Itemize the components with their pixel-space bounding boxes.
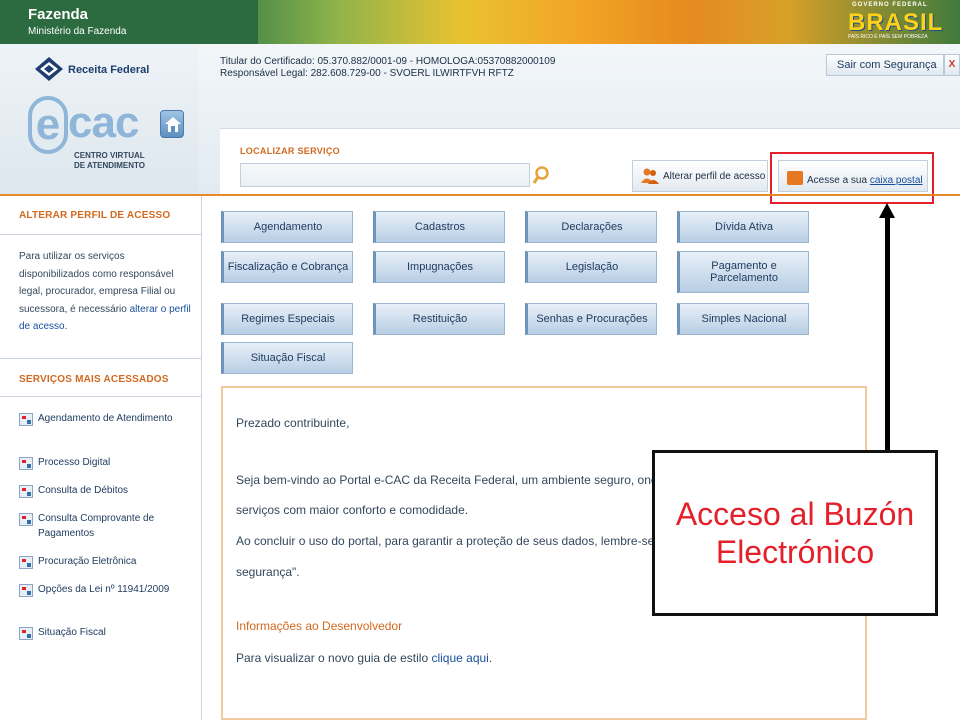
service-icon	[19, 627, 33, 640]
gov-small-text: GOVERNO FEDERAL	[852, 2, 928, 8]
search-input[interactable]	[240, 163, 530, 187]
logout-button[interactable]: Sair com Segurança	[826, 54, 944, 76]
services-heading: SERVIÇOS MAIS ACESSADOS	[19, 374, 169, 385]
change-profile-button[interactable]: Alterar perfil de acesso	[632, 160, 768, 192]
profile-heading: ALTERAR PERFIL DE ACESSO	[19, 210, 171, 221]
certificate-info: Titular do Certificado: 05.370.882/0001-…	[220, 56, 555, 80]
ecac-cac-letters: cac	[68, 98, 139, 147]
service-button-declaracoes[interactable]: Declarações	[525, 211, 657, 243]
search-label: LOCALIZAR SERVIÇO	[240, 146, 340, 156]
service-button-situacao-fiscal[interactable]: Situação Fiscal	[221, 342, 353, 374]
legal-responsible: Responsável Legal: 282.608.729-00 - SVOE…	[220, 68, 514, 79]
receita-federal-mark-icon	[35, 57, 63, 81]
service-icon	[19, 485, 33, 498]
security-text-line: Ao concluir o uso do portal, para garant…	[236, 534, 655, 548]
welcome-text-line: Seja bem-vindo ao Portal e-CAC da Receit…	[236, 473, 658, 487]
developer-info-end: .	[488, 651, 493, 665]
service-button-simples[interactable]: Simples Nacional	[677, 303, 809, 335]
users-icon	[641, 168, 659, 184]
welcome-text-line: serviços com maior conforto e comodidade…	[236, 503, 469, 517]
page: Fazenda Ministério da Fazenda GOVERNO FE…	[0, 0, 960, 720]
sidebar-service-label: Consulta Comprovante de Pagamentos	[38, 513, 155, 539]
sidebar-service-label: Situação Fiscal	[38, 627, 106, 638]
service-icon	[19, 457, 33, 470]
security-text-line: segurança".	[236, 565, 300, 579]
service-button-divida-ativa[interactable]: Dívida Ativa	[677, 211, 809, 243]
sidebar-divider	[0, 234, 202, 235]
ministry-name: Ministério da Fazenda	[28, 26, 127, 37]
sidebar-service-label: Processo Digital	[38, 457, 111, 468]
top-banner: Fazenda Ministério da Fazenda GOVERNO FE…	[0, 0, 960, 44]
sidebar-divider	[0, 396, 202, 397]
developer-info-body: Para visualizar o novo guia de estilo	[236, 651, 432, 665]
profile-help-text: Para utilizar os serviços disponibilizad…	[19, 248, 193, 336]
profile-help-end: .	[64, 321, 68, 332]
sidebar-divider	[0, 358, 202, 359]
service-button-restituicao[interactable]: Restituição	[373, 303, 505, 335]
annotation-arrow-head-icon	[879, 203, 895, 218]
style-guide-link[interactable]: clique aqui	[431, 651, 488, 665]
service-button-cadastros[interactable]: Cadastros	[373, 211, 505, 243]
service-icon	[19, 556, 33, 569]
sidebar-service-label: Opções da Lei nº 11941/2009	[38, 584, 170, 595]
service-icon	[19, 513, 33, 526]
developer-info-text: Para visualizar o novo guia de estilo cl…	[236, 651, 492, 665]
ecac-subtitle-1: CENTRO VIRTUAL	[74, 151, 145, 160]
gov-slogan: PAÍS RICO É PAÍS SEM POBREZA	[848, 34, 928, 40]
sidebar-service-label: Consulta de Débitos	[38, 485, 129, 496]
service-button-senhas[interactable]: Senhas e Procurações	[525, 303, 657, 335]
gov-brand-text: BRASIL	[848, 9, 944, 36]
receita-federal-text: Receita Federal	[68, 64, 150, 76]
ecac-subtitle-2: DE ATENDIMENTO	[74, 161, 145, 170]
search-icon[interactable]	[532, 166, 550, 186]
service-icon	[19, 584, 33, 597]
annotation-arrow-shaft	[885, 216, 890, 452]
developer-info-title: Informações ao Desenvolvedor	[236, 619, 403, 633]
home-icon	[165, 117, 181, 132]
org-name: Fazenda	[28, 6, 89, 23]
service-icon	[19, 413, 33, 426]
service-button-impugnacoes[interactable]: Impugnações	[373, 251, 505, 283]
receita-federal-logo: Receita Federal	[34, 56, 149, 86]
annotation-callout: Acceso al Buzón Electrónico	[652, 450, 938, 616]
home-button[interactable]	[160, 110, 184, 138]
sidebar-service-label: Agendamento de Atendimento	[38, 413, 173, 424]
certificate-holder: Titular do Certificado: 05.370.882/0001-…	[220, 56, 556, 67]
change-profile-label: Alterar perfil de acesso	[663, 171, 766, 182]
service-button-regimes[interactable]: Regimes Especiais	[221, 303, 353, 335]
gov-logo: GOVERNO FEDERAL BRASIL PAÍS RICO É PAÍS …	[846, 1, 942, 41]
close-button[interactable]: X	[944, 54, 960, 76]
ecac-logo: e cac CENTRO VIRTUAL DE ATENDIMENTO	[28, 96, 146, 180]
sidebar-service-label: Procuração Eletrônica	[38, 556, 137, 567]
service-button-agendamento[interactable]: Agendamento	[221, 211, 353, 243]
service-button-fiscalizacao[interactable]: Fiscalização e Cobrança	[221, 251, 353, 283]
welcome-greeting: Prezado contribuinte,	[236, 416, 350, 430]
service-button-pagamento[interactable]: Pagamento e Parcelamento	[677, 251, 809, 293]
service-button-legislacao[interactable]: Legislação	[525, 251, 657, 283]
ecac-e-letter: e	[28, 96, 68, 154]
mailbox-highlight-box	[770, 152, 934, 204]
